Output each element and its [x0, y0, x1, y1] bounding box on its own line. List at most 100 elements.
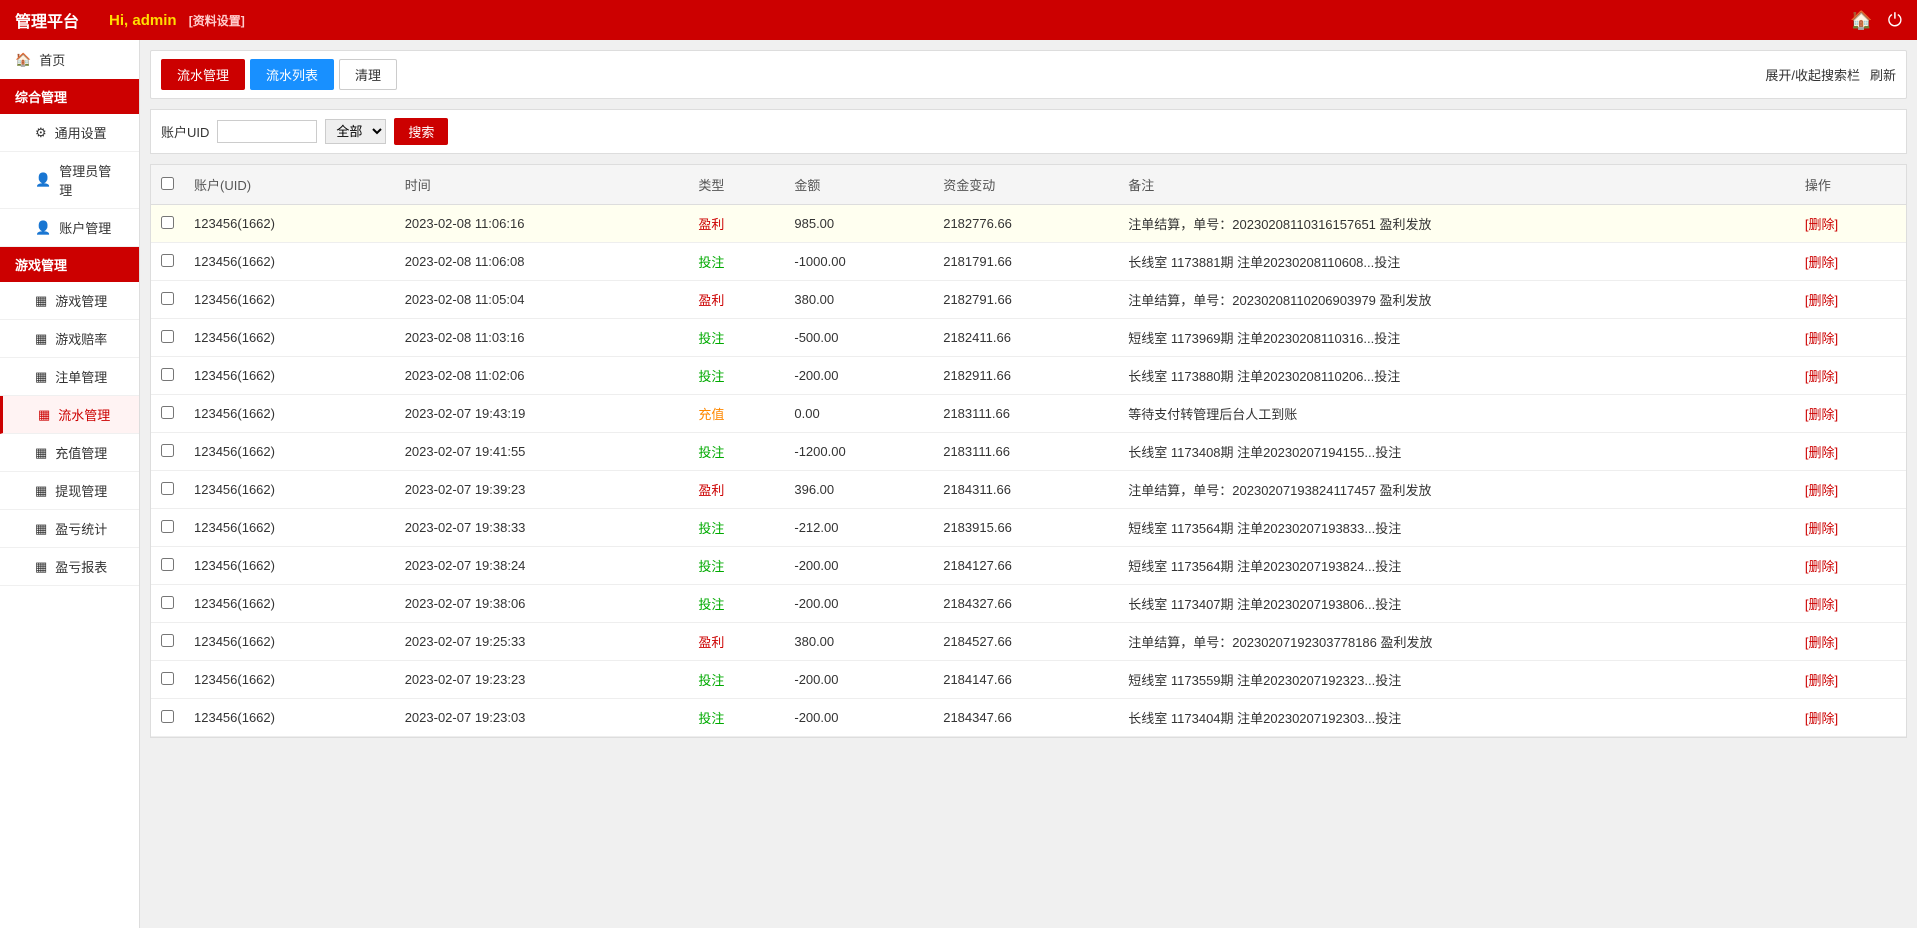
type-select[interactable]: 全部	[325, 119, 386, 144]
delete-action[interactable]: [删除]	[1805, 559, 1838, 574]
sidebar-item-general-settings[interactable]: ⚙ 通用设置	[0, 114, 139, 152]
account-icon: 👤	[35, 220, 51, 236]
expand-search-label[interactable]: 展开/收起搜索栏	[1765, 65, 1860, 84]
tab-flow-management[interactable]: 流水管理	[161, 59, 245, 90]
delete-action[interactable]: [删除]	[1805, 331, 1838, 346]
sidebar-item-account-management[interactable]: 👤 账户管理	[0, 209, 139, 247]
sidebar-item-label: 通用设置	[55, 123, 107, 142]
cell-type: 投注	[688, 547, 784, 585]
sidebar-item-withdraw-management[interactable]: ▦ 提现管理	[0, 472, 139, 510]
row-checkbox[interactable]	[161, 444, 174, 457]
sidebar-item-game-odds[interactable]: ▦ 游戏赔率	[0, 320, 139, 358]
cell-uid: 123456(1662)	[184, 661, 395, 699]
row-checkbox[interactable]	[161, 634, 174, 647]
cell-amount: -1200.00	[784, 433, 933, 471]
cell-action: [删除]	[1795, 471, 1906, 509]
row-checkbox[interactable]	[161, 672, 174, 685]
row-checkbox[interactable]	[161, 520, 174, 533]
username: admin	[132, 12, 176, 29]
sidebar-item-order-management[interactable]: ▦ 注单管理	[0, 358, 139, 396]
home-nav-icon: 🏠	[15, 52, 31, 68]
admin-icon: 👤	[35, 172, 51, 188]
sidebar-item-home[interactable]: 🏠 首页	[0, 40, 139, 79]
cell-action: [删除]	[1795, 509, 1906, 547]
table-row: 123456(1662) 2023-02-08 11:06:16 盈利 985.…	[151, 205, 1906, 243]
cell-uid: 123456(1662)	[184, 471, 395, 509]
main-content: 流水管理 流水列表 清理 展开/收起搜索栏 刷新 账户UID 全部 搜索	[140, 40, 1917, 928]
cell-balance: 2183111.66	[933, 395, 1118, 433]
sidebar-item-profit-report[interactable]: ▦ 盈亏报表	[0, 548, 139, 586]
cell-balance: 2183111.66	[933, 433, 1118, 471]
sidebar-item-label: 游戏管理	[55, 291, 107, 310]
delete-action[interactable]: [删除]	[1805, 445, 1838, 460]
sidebar-item-profit-stats[interactable]: ▦ 盈亏统计	[0, 510, 139, 548]
table-row: 123456(1662) 2023-02-07 19:39:23 盈利 396.…	[151, 471, 1906, 509]
delete-action[interactable]: [删除]	[1805, 369, 1838, 384]
row-checkbox[interactable]	[161, 330, 174, 343]
select-all-checkbox[interactable]	[161, 177, 174, 190]
row-checkbox[interactable]	[161, 368, 174, 381]
power-icon[interactable]: ⏻	[1888, 10, 1902, 31]
cell-type: 充值	[688, 395, 784, 433]
cell-action: [删除]	[1795, 205, 1906, 243]
row-checkbox[interactable]	[161, 216, 174, 229]
cell-time: 2023-02-07 19:38:06	[395, 585, 689, 623]
row-checkbox[interactable]	[161, 406, 174, 419]
col-action: 操作	[1795, 165, 1906, 205]
delete-action[interactable]: [删除]	[1805, 255, 1838, 270]
cell-amount: 0.00	[784, 395, 933, 433]
table-row: 123456(1662) 2023-02-07 19:38:24 投注 -200…	[151, 547, 1906, 585]
top-header: 管理平台 Hi, admin [资料设置] 🏠 ⏻	[0, 0, 1917, 40]
delete-action[interactable]: [删除]	[1805, 711, 1838, 726]
row-checkbox[interactable]	[161, 558, 174, 571]
delete-action[interactable]: [删除]	[1805, 293, 1838, 308]
delete-action[interactable]: [删除]	[1805, 521, 1838, 536]
cell-action: [删除]	[1795, 357, 1906, 395]
sidebar-item-flow-management[interactable]: ▦ 流水管理	[0, 396, 139, 434]
cell-time: 2023-02-07 19:38:24	[395, 547, 689, 585]
sidebar-item-game-management[interactable]: ▦ 游戏管理	[0, 282, 139, 320]
cell-type: 盈利	[688, 623, 784, 661]
sidebar-item-admin-management[interactable]: 👤 管理员管理	[0, 152, 139, 209]
delete-action[interactable]: [删除]	[1805, 673, 1838, 688]
cell-amount: -200.00	[784, 357, 933, 395]
row-checkbox[interactable]	[161, 482, 174, 495]
row-checkbox[interactable]	[161, 710, 174, 723]
search-button[interactable]: 搜索	[394, 118, 448, 145]
cell-action: [删除]	[1795, 699, 1906, 737]
cell-action: [删除]	[1795, 433, 1906, 471]
table-row: 123456(1662) 2023-02-08 11:03:16 投注 -500…	[151, 319, 1906, 357]
cell-remark: 注单结算，单号：20230208110206903979 盈利发放	[1118, 281, 1795, 319]
cell-balance: 2182911.66	[933, 357, 1118, 395]
uid-input[interactable]	[217, 120, 317, 143]
cell-balance: 2183915.66	[933, 509, 1118, 547]
row-checkbox[interactable]	[161, 254, 174, 267]
cell-action: [删除]	[1795, 243, 1906, 281]
cell-type: 投注	[688, 661, 784, 699]
row-checkbox[interactable]	[161, 292, 174, 305]
tab-flow-list[interactable]: 流水列表	[250, 59, 334, 90]
cell-time: 2023-02-07 19:43:19	[395, 395, 689, 433]
cell-action: [删除]	[1795, 281, 1906, 319]
flow-icon: ▦	[38, 407, 50, 423]
cell-time: 2023-02-08 11:02:06	[395, 357, 689, 395]
cell-amount: -200.00	[784, 661, 933, 699]
cell-remark: 长线室 1173408期 注单20230207194155...投注	[1118, 433, 1795, 471]
table-row: 123456(1662) 2023-02-07 19:41:55 投注 -120…	[151, 433, 1906, 471]
row-checkbox[interactable]	[161, 596, 174, 609]
delete-action[interactable]: [删除]	[1805, 407, 1838, 422]
cell-balance: 2184347.66	[933, 699, 1118, 737]
uid-label: 账户UID	[161, 122, 209, 141]
delete-action[interactable]: [删除]	[1805, 483, 1838, 498]
sidebar-item-label: 管理员管理	[59, 161, 124, 199]
delete-action[interactable]: [删除]	[1805, 217, 1838, 232]
delete-action[interactable]: [删除]	[1805, 597, 1838, 612]
delete-action[interactable]: [删除]	[1805, 635, 1838, 650]
cell-amount: 380.00	[784, 281, 933, 319]
cell-action: [删除]	[1795, 395, 1906, 433]
tab-clear[interactable]: 清理	[339, 59, 397, 90]
config-link[interactable]: [资料设置]	[189, 14, 245, 28]
home-icon[interactable]: 🏠	[1850, 10, 1872, 31]
refresh-btn[interactable]: 刷新	[1870, 65, 1896, 84]
sidebar-item-recharge-management[interactable]: ▦ 充值管理	[0, 434, 139, 472]
